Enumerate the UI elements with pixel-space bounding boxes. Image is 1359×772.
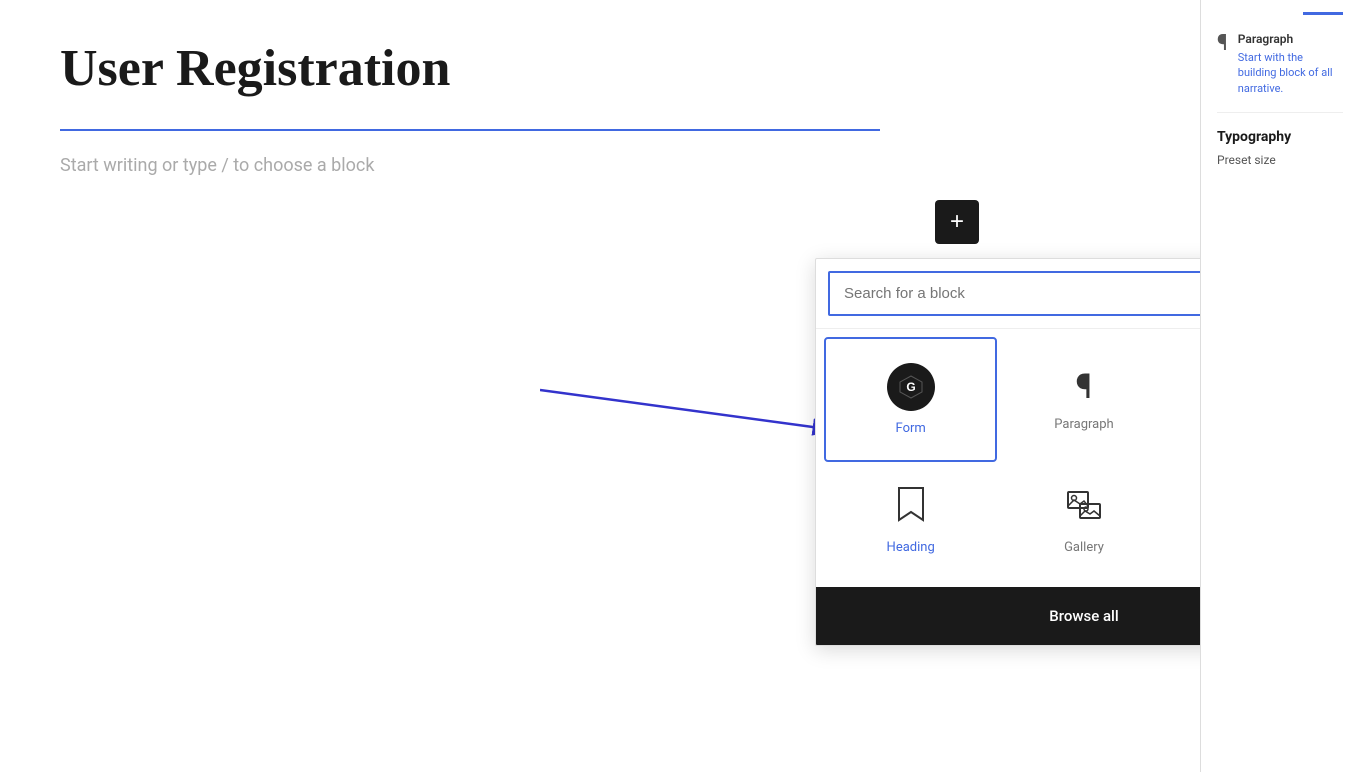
add-block-button[interactable]: + [935,200,979,244]
bookmark-icon [895,486,927,530]
form-svg-icon: G [898,374,924,400]
block-label-gallery: Gallery [1064,540,1104,555]
block-label-heading: Heading [887,540,935,555]
typography-section: Typography Preset size [1217,129,1343,167]
panel-pilcrow-icon: ¶ [1217,31,1228,56]
svg-text:G: G [906,380,915,394]
block-label-form: Form [896,421,926,436]
editor-placeholder: Start writing or type / to choose a bloc… [60,155,1140,176]
paragraph-item: ¶ Paragraph Start with the building bloc… [1217,31,1343,113]
title-divider [60,129,880,131]
preset-size-label: Preset size [1217,153,1343,167]
form-icon: G [887,363,935,411]
pilcrow-icon: ¶ [1076,367,1093,407]
paragraph-title: Paragraph [1238,31,1343,48]
block-item-paragraph[interactable]: ¶ Paragraph [997,337,1170,462]
block-item-heading[interactable]: Heading [824,462,997,579]
block-item-gallery[interactable]: Gallery [997,462,1170,579]
panel-accent-line [1303,12,1343,15]
paragraph-subtitle: Start with the building block of all nar… [1238,50,1343,96]
typography-label: Typography [1217,129,1343,145]
bookmark-svg [895,486,927,522]
block-label-paragraph: Paragraph [1054,417,1113,432]
gallery-icon [1066,486,1102,530]
page-title: User Registration [60,40,1140,97]
right-panel: ¶ Paragraph Start with the building bloc… [1200,0,1359,772]
block-item-form[interactable]: G Form [824,337,997,462]
gallery-svg [1066,486,1102,522]
paragraph-desc: Paragraph Start with the building block … [1238,31,1343,96]
